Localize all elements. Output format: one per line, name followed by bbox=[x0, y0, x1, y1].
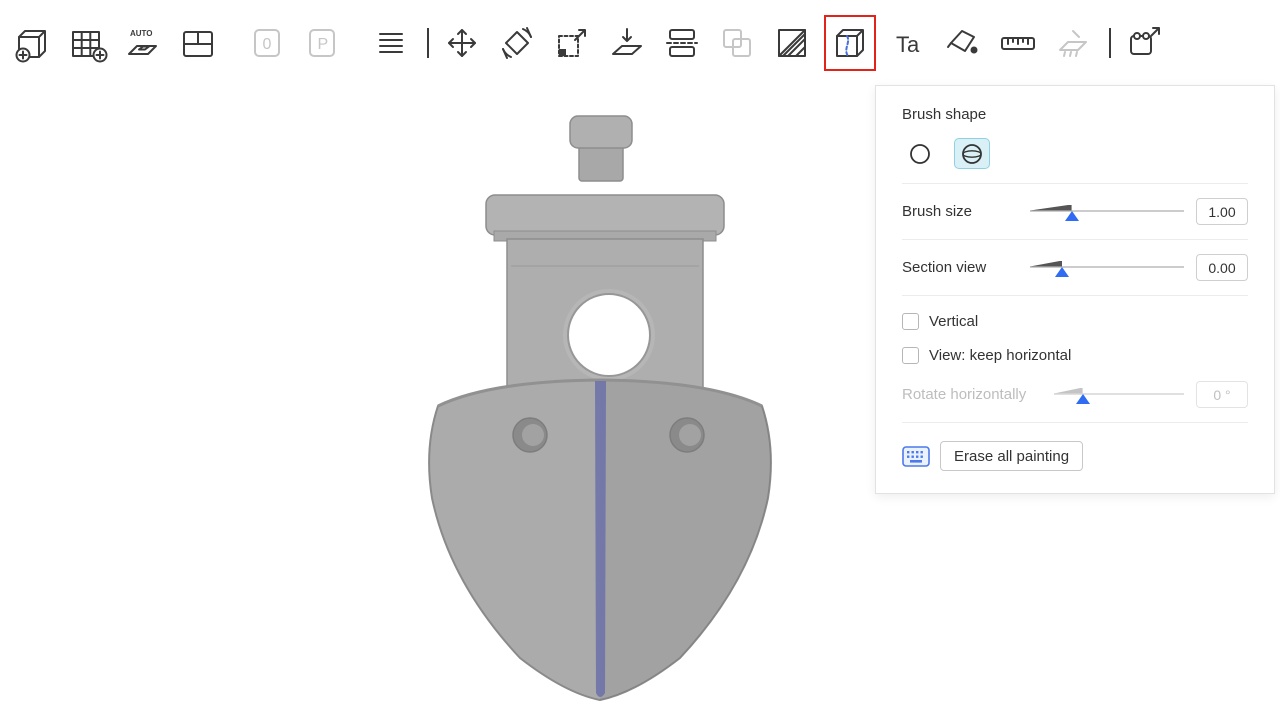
scale-button[interactable] bbox=[549, 18, 595, 68]
plate-p-icon: P bbox=[302, 23, 342, 63]
svg-text:0: 0 bbox=[263, 36, 272, 53]
rotate-button[interactable] bbox=[494, 18, 540, 68]
clone-button bbox=[714, 18, 760, 68]
brush-circle-option[interactable] bbox=[902, 138, 938, 169]
active-tool-highlight bbox=[824, 15, 876, 71]
keep-horizontal-checkbox-row[interactable]: View: keep horizontal bbox=[902, 347, 1248, 364]
panel-divider bbox=[902, 295, 1248, 296]
text-tool-icon: Ta bbox=[888, 23, 928, 63]
add-object-button[interactable] bbox=[10, 18, 56, 68]
add-plate-icon bbox=[68, 23, 108, 63]
slider-thumb[interactable] bbox=[1055, 267, 1069, 277]
svg-text:P: P bbox=[318, 36, 329, 53]
benchy-chimney-base bbox=[579, 145, 623, 181]
brush-shape-options bbox=[902, 138, 1248, 169]
svg-text:Ta: Ta bbox=[896, 32, 920, 57]
ruler-icon bbox=[998, 23, 1038, 63]
add-cube-icon bbox=[13, 23, 53, 63]
erase-all-painting-button[interactable]: Erase all painting bbox=[940, 441, 1083, 471]
plate-p-button: P bbox=[299, 18, 345, 68]
place-on-face-icon bbox=[607, 23, 647, 63]
section-view-label: Section view bbox=[902, 259, 1018, 276]
split-layout-icon bbox=[178, 23, 218, 63]
move-button[interactable] bbox=[439, 18, 485, 68]
brush-sphere-option[interactable] bbox=[954, 138, 990, 169]
rotate-icon bbox=[497, 23, 537, 63]
toolbar-separator bbox=[427, 28, 429, 58]
cut-button[interactable] bbox=[659, 18, 705, 68]
color-painting-button[interactable] bbox=[940, 18, 986, 68]
rotate-horizontally-value bbox=[1196, 381, 1248, 408]
keep-horizontal-label: View: keep horizontal bbox=[929, 347, 1071, 364]
sweep-icon bbox=[1053, 23, 1093, 63]
keep-horizontal-checkbox[interactable] bbox=[902, 347, 919, 364]
plate-settings-icon bbox=[1124, 23, 1164, 63]
section-view-value[interactable] bbox=[1196, 254, 1248, 281]
rotate-horizontally-row: Rotate horizontally bbox=[902, 381, 1248, 408]
main-toolbar: AUTO 0 P bbox=[0, 0, 1280, 86]
slider-thumb[interactable] bbox=[1065, 211, 1079, 221]
paint-bucket-icon bbox=[943, 23, 983, 63]
benchy-roof bbox=[486, 195, 724, 235]
section-view-row: Section view bbox=[902, 254, 1248, 281]
auto-orient-button[interactable]: AUTO bbox=[120, 18, 166, 68]
seam-paint-stripe bbox=[595, 381, 606, 697]
benchy-window bbox=[568, 294, 650, 376]
panel-divider bbox=[902, 239, 1248, 240]
clone-icon bbox=[717, 23, 757, 63]
sweep-button bbox=[1050, 18, 1096, 68]
seam-painting-button[interactable] bbox=[827, 18, 873, 68]
benchy-chimney-top bbox=[570, 116, 632, 148]
rotate-horizontally-label: Rotate horizontally bbox=[902, 386, 1042, 403]
split-objects-button[interactable] bbox=[175, 18, 221, 68]
seam-painting-panel: Brush shape Brush size Section view bbox=[875, 85, 1275, 494]
plate-settings-button[interactable] bbox=[1121, 18, 1167, 68]
brush-shape-label: Brush shape bbox=[902, 106, 1248, 123]
panel-bottom-row: Erase all painting bbox=[902, 441, 1248, 471]
rotate-horizontally-slider bbox=[1054, 383, 1184, 407]
layers-button[interactable] bbox=[368, 18, 414, 68]
vertical-label: Vertical bbox=[929, 313, 978, 330]
sphere-brush-icon bbox=[961, 143, 983, 165]
scale-icon bbox=[552, 23, 592, 63]
brush-size-slider[interactable] bbox=[1030, 200, 1184, 224]
circle-brush-icon bbox=[909, 143, 931, 165]
keyboard-icon bbox=[902, 446, 930, 467]
brush-size-label: Brush size bbox=[902, 203, 1018, 220]
plate-zero-button: 0 bbox=[244, 18, 290, 68]
seam-paint-icon bbox=[830, 23, 870, 63]
support-painting-button[interactable] bbox=[769, 18, 815, 68]
brush-size-row: Brush size bbox=[902, 198, 1248, 225]
text-tool-button[interactable]: Ta bbox=[885, 18, 931, 68]
panel-divider bbox=[902, 183, 1248, 184]
plate-zero-icon: 0 bbox=[247, 23, 287, 63]
svg-text:AUTO: AUTO bbox=[130, 29, 153, 38]
shortcuts-button[interactable] bbox=[902, 446, 930, 467]
toolbar-separator bbox=[1109, 28, 1111, 58]
vertical-checkbox[interactable] bbox=[902, 313, 919, 330]
panel-divider bbox=[902, 422, 1248, 423]
slider-thumb bbox=[1076, 394, 1090, 404]
place-on-face-button[interactable] bbox=[604, 18, 650, 68]
measure-button[interactable] bbox=[995, 18, 1041, 68]
benchy-model[interactable] bbox=[380, 103, 820, 703]
move-icon bbox=[442, 23, 482, 63]
vertical-checkbox-row[interactable]: Vertical bbox=[902, 313, 1248, 330]
add-plate-button[interactable] bbox=[65, 18, 111, 68]
layers-icon bbox=[371, 23, 411, 63]
cut-icon bbox=[662, 23, 702, 63]
auto-orient-icon: AUTO bbox=[123, 23, 163, 63]
brush-size-value[interactable] bbox=[1196, 198, 1248, 225]
section-view-slider[interactable] bbox=[1030, 256, 1184, 280]
support-paint-icon bbox=[772, 23, 812, 63]
